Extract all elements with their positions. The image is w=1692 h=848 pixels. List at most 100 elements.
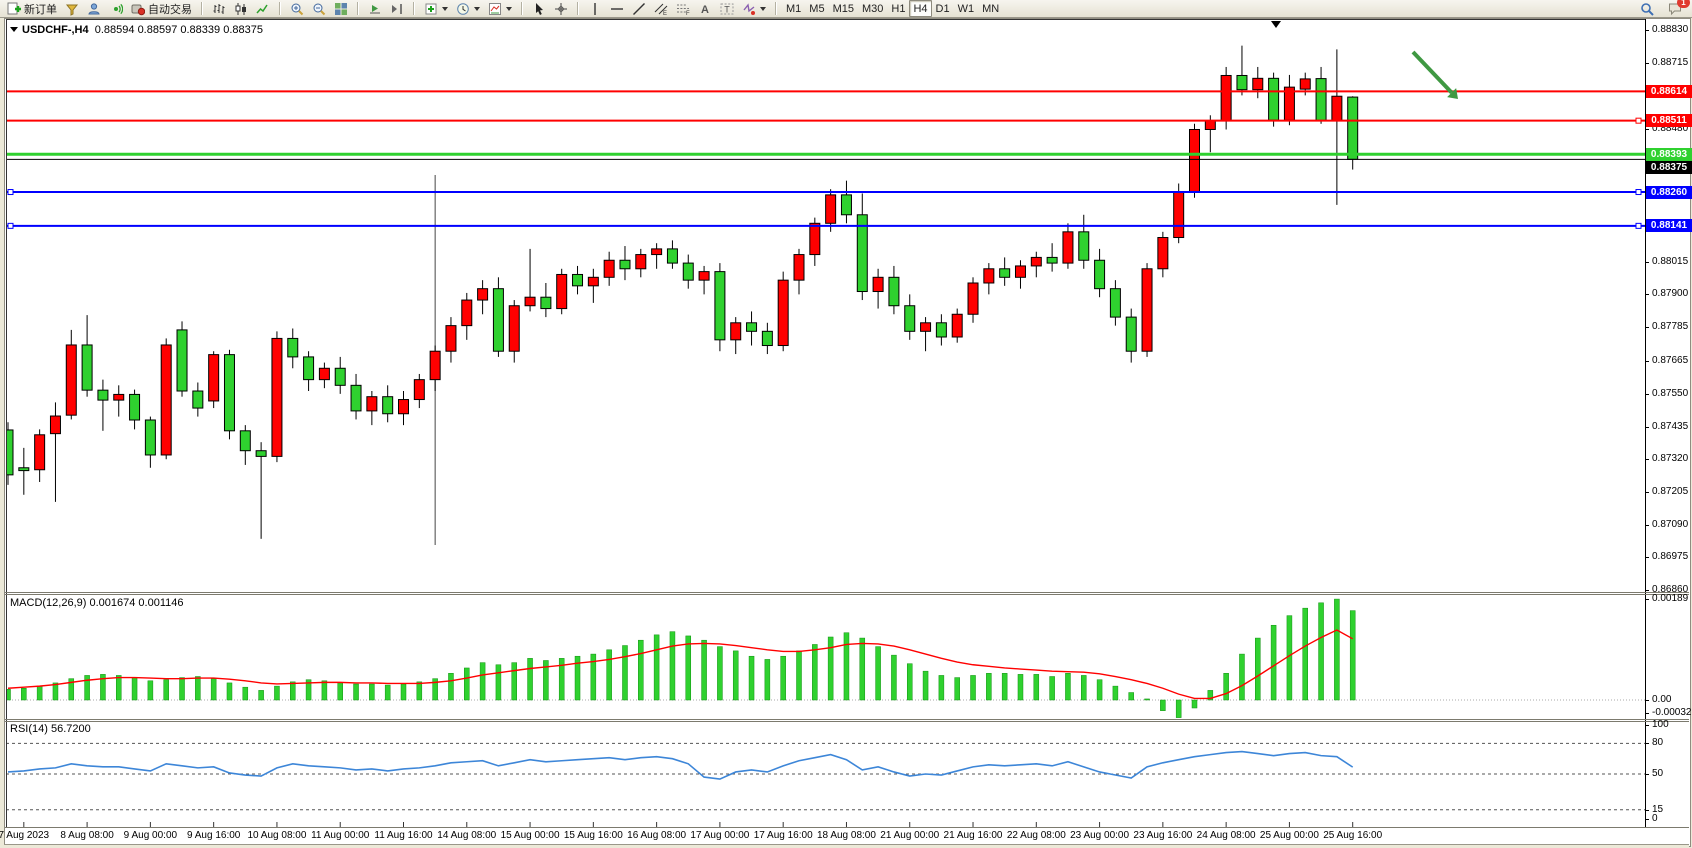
cursor-button[interactable] — [528, 0, 550, 17]
time-axis-label[interactable]: 11 Aug 00:00 — [311, 830, 369, 841]
time-axis-label[interactable]: 15 Aug 00:00 — [501, 830, 560, 841]
dropdown-caret-icon[interactable] — [760, 7, 766, 11]
macd-panel[interactable] — [6, 594, 1645, 719]
templates-button[interactable] — [484, 0, 516, 17]
search-icon — [1640, 2, 1654, 16]
candle-body — [1205, 121, 1215, 130]
new-order-button[interactable]: 新订单 — [3, 0, 61, 17]
notifications-button[interactable]: 1 — [1664, 0, 1686, 17]
timeframe-m30-button[interactable]: M30 — [858, 0, 887, 17]
time-axis-label[interactable]: 25 Aug 16:00 — [1323, 830, 1382, 841]
timeframe-m5-button[interactable]: M5 — [805, 0, 828, 17]
timeframe-mn-button[interactable]: MN — [978, 0, 1003, 17]
profile-button[interactable] — [83, 0, 105, 17]
crosshair-button[interactable] — [550, 0, 572, 17]
dropdown-caret-icon[interactable] — [506, 7, 512, 11]
macd-bar — [53, 683, 58, 700]
time-axis-label[interactable]: 10 Aug 08:00 — [247, 830, 306, 841]
time-axis-label[interactable]: 24 Aug 08:00 — [1197, 830, 1256, 841]
zoom-in-button[interactable] — [286, 0, 308, 17]
price-tick — [1645, 63, 1649, 64]
chart-shift-button[interactable] — [386, 0, 408, 17]
signals-button[interactable] — [105, 0, 127, 17]
rsi-panel[interactable] — [6, 721, 1645, 827]
time-axis-label[interactable]: 21 Aug 16:00 — [944, 830, 1003, 841]
time-axis-label[interactable]: 25 Aug 00:00 — [1260, 830, 1319, 841]
candle-body — [604, 260, 614, 277]
timeframe-w1-button[interactable]: W1 — [954, 0, 979, 17]
time-axis-label[interactable]: 21 Aug 00:00 — [880, 830, 939, 841]
auto-scroll-button[interactable] — [364, 0, 386, 17]
timeframe-w1-button-label: W1 — [958, 3, 975, 15]
line-chart-button[interactable] — [252, 0, 274, 17]
indicator-icon — [424, 2, 438, 16]
dropdown-caret-icon[interactable] — [442, 7, 448, 11]
macd-bar — [923, 671, 928, 700]
candle-body — [715, 272, 725, 340]
styler-button[interactable] — [61, 0, 83, 17]
candle-body — [256, 451, 266, 457]
vertical-line-button[interactable] — [584, 0, 606, 17]
trendline-button[interactable] — [628, 0, 650, 17]
text-label-button[interactable]: T — [716, 0, 738, 17]
auto-trading-button[interactable]: 自动交易 — [127, 0, 196, 17]
timeframe-h1-button[interactable]: H1 — [887, 0, 909, 17]
search-button[interactable] — [1636, 0, 1658, 17]
dropdown-caret-icon[interactable] — [474, 7, 480, 11]
macd-bar — [259, 690, 264, 700]
price-chart-panel[interactable] — [6, 20, 1645, 592]
candle-body — [1079, 232, 1089, 260]
macd-bar — [812, 644, 817, 700]
macd-separator-top[interactable] — [5, 592, 1689, 593]
macd-bar — [733, 651, 738, 700]
time-axis-label[interactable]: 23 Aug 00:00 — [1070, 830, 1129, 841]
chevron-down-icon[interactable] — [10, 27, 18, 32]
candlestick-chart-button[interactable] — [230, 0, 252, 17]
time-axis-label[interactable]: 8 Aug 08:00 — [60, 830, 113, 841]
time-axis-label[interactable]: 17 Aug 16:00 — [754, 830, 813, 841]
bar-chart-button[interactable] — [208, 0, 230, 17]
time-axis-label[interactable]: 15 Aug 16:00 — [564, 830, 623, 841]
zoom-out-button[interactable] — [308, 0, 330, 17]
time-axis-label[interactable]: 14 Aug 08:00 — [437, 830, 496, 841]
time-axis-line — [5, 827, 1689, 828]
time-axis-label[interactable]: 16 Aug 08:00 — [627, 830, 686, 841]
time-axis-label[interactable]: 18 Aug 08:00 — [817, 830, 876, 841]
rsi-separator-top[interactable] — [5, 719, 1689, 720]
candle-body — [6, 430, 13, 475]
time-axis-label[interactable]: 11 Aug 16:00 — [374, 830, 432, 841]
indicators-button[interactable] — [420, 0, 452, 17]
macd-bar — [670, 632, 675, 700]
arrows-button[interactable] — [738, 0, 770, 17]
candle-body — [984, 269, 994, 283]
macd-bar — [1350, 611, 1355, 700]
time-axis-label[interactable]: 17 Aug 00:00 — [690, 830, 749, 841]
time-axis-label[interactable]: 22 Aug 08:00 — [1007, 830, 1066, 841]
candle-body — [794, 255, 804, 281]
time-axis-label[interactable]: 23 Aug 16:00 — [1133, 830, 1192, 841]
candle-body — [1174, 192, 1184, 237]
candle-body — [762, 331, 772, 345]
fibonacci-button[interactable]: F — [672, 0, 694, 17]
horizontal-line-button[interactable] — [606, 0, 628, 17]
timeframe-d1-button[interactable]: D1 — [932, 0, 954, 17]
candle-body — [193, 391, 203, 408]
candle-body — [66, 345, 76, 415]
chart-shift-marker-icon[interactable] — [1271, 21, 1281, 28]
rsi-tick — [1645, 725, 1649, 726]
time-axis-label[interactable]: 7 Aug 2023 — [0, 830, 49, 841]
price-tick-label: 0.88830 — [1652, 24, 1688, 35]
timeframe-d1-button-label: D1 — [936, 3, 950, 15]
text-button[interactable]: A — [694, 0, 716, 17]
time-axis-label[interactable]: 9 Aug 00:00 — [124, 830, 177, 841]
macd-bar — [1160, 700, 1165, 711]
time-axis-label[interactable]: 9 Aug 16:00 — [187, 830, 240, 841]
timeframe-m15-button[interactable]: M15 — [829, 0, 858, 17]
tile-icon — [334, 2, 348, 16]
timeframe-h4-button[interactable]: H4 — [909, 0, 931, 17]
tile-windows-button[interactable] — [330, 0, 352, 17]
timeframe-m1-button[interactable]: M1 — [782, 0, 805, 17]
periods-button[interactable] — [452, 0, 484, 17]
symbol-header[interactable]: USDCHF-,H4 0.88594 0.88597 0.88339 0.883… — [10, 24, 263, 36]
equidistant-channel-button[interactable]: E — [650, 0, 672, 17]
